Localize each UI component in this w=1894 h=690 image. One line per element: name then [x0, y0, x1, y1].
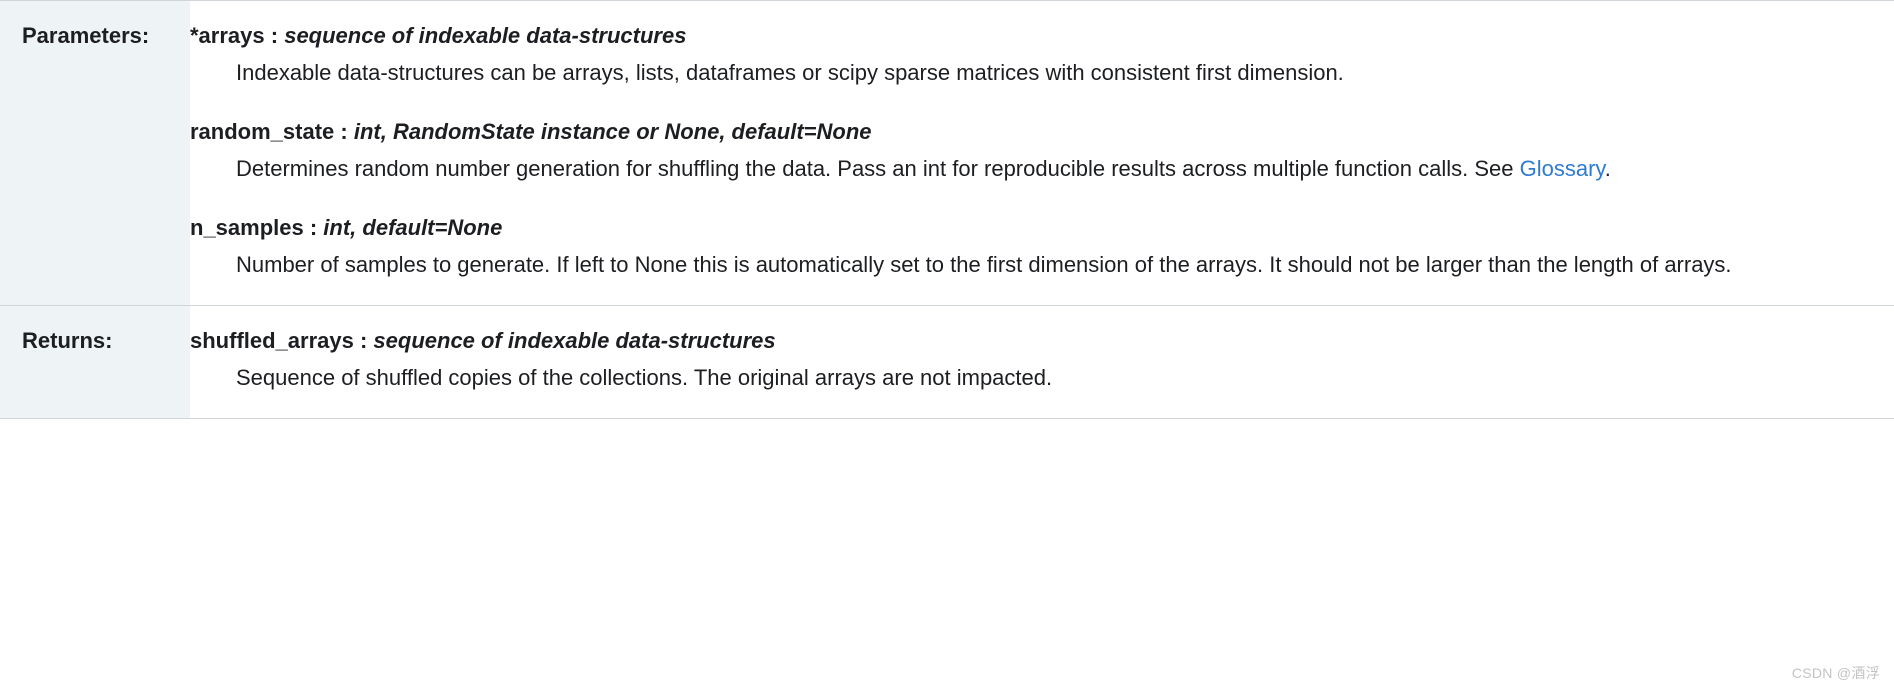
- param-name: *arrays: [190, 23, 265, 48]
- parameters-label: Parameters:: [0, 1, 190, 306]
- desc-text-before: Determines random number generation for …: [236, 156, 1520, 181]
- param-n-samples-desc: Number of samples to generate. If left t…: [190, 248, 1864, 281]
- param-sep: :: [334, 119, 354, 144]
- desc-text: Indexable data-structures can be arrays,…: [236, 60, 1344, 85]
- returns-label: Returns:: [0, 306, 190, 419]
- return-shuffled-arrays-header: shuffled_arrays : sequence of indexable …: [190, 324, 1864, 357]
- watermark-text: CSDN @酒浮: [1792, 663, 1880, 684]
- param-name: shuffled_arrays: [190, 328, 354, 353]
- param-type: sequence of indexable data-structures: [373, 328, 775, 353]
- return-shuffled-arrays-desc: Sequence of shuffled copies of the colle…: [190, 361, 1864, 394]
- param-arrays-desc: Indexable data-structures can be arrays,…: [190, 56, 1864, 89]
- returns-content: shuffled_arrays : sequence of indexable …: [190, 306, 1894, 419]
- param-n-samples: n_samples : int, default=None Number of …: [190, 211, 1864, 281]
- param-random-state-header: random_state : int, RandomState instance…: [190, 115, 1864, 148]
- desc-text: Sequence of shuffled copies of the colle…: [236, 365, 1052, 390]
- param-arrays-header: *arrays : sequence of indexable data-str…: [190, 19, 1864, 52]
- param-type: sequence of indexable data-structures: [284, 23, 686, 48]
- param-random-state-desc: Determines random number generation for …: [190, 152, 1864, 185]
- glossary-link[interactable]: Glossary: [1520, 156, 1605, 181]
- returns-row: Returns: shuffled_arrays : sequence of i…: [0, 306, 1894, 419]
- param-sep: :: [354, 328, 374, 353]
- return-shuffled-arrays: shuffled_arrays : sequence of indexable …: [190, 324, 1864, 394]
- desc-text: Number of samples to generate. If left t…: [236, 252, 1732, 277]
- parameters-row: Parameters: *arrays : sequence of indexa…: [0, 1, 1894, 306]
- param-random-state: random_state : int, RandomState instance…: [190, 115, 1864, 185]
- param-name: random_state: [190, 119, 334, 144]
- param-type: int, RandomState instance or None, defau…: [354, 119, 872, 144]
- param-sep: :: [304, 215, 324, 240]
- param-name: n_samples: [190, 215, 304, 240]
- parameters-content: *arrays : sequence of indexable data-str…: [190, 1, 1894, 306]
- param-arrays: *arrays : sequence of indexable data-str…: [190, 19, 1864, 89]
- desc-text-after: .: [1605, 156, 1611, 181]
- field-list-table: Parameters: *arrays : sequence of indexa…: [0, 0, 1894, 419]
- param-n-samples-header: n_samples : int, default=None: [190, 211, 1864, 244]
- param-sep: :: [265, 23, 285, 48]
- param-type: int, default=None: [323, 215, 502, 240]
